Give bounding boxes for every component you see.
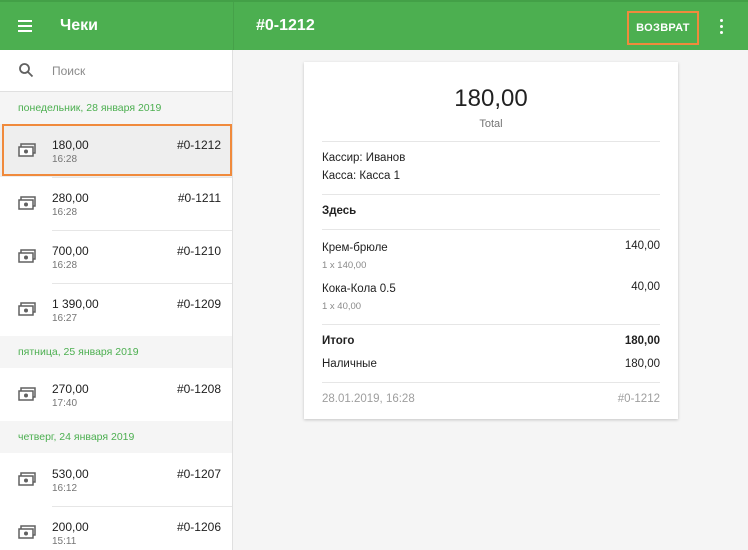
receipt-number: #0-1207 xyxy=(176,467,221,481)
cash-icon xyxy=(18,302,36,316)
selection-highlight xyxy=(2,124,232,176)
receipt-number: #0-1211 xyxy=(177,191,221,205)
receipt-amount: 700,00 xyxy=(52,244,89,258)
payment-method-value: 180,00 xyxy=(624,358,660,370)
cash-icon xyxy=(18,472,36,486)
appbar-divider xyxy=(233,2,234,50)
receipt-amount: 200,00 xyxy=(52,520,89,534)
receipt-amount: 270,00 xyxy=(52,382,89,396)
receipt-row[interactable]: 530,00 16:12 #0-1207 xyxy=(0,453,232,506)
receipt-total-label: Total xyxy=(479,118,503,130)
cash-icon xyxy=(18,387,36,401)
cash-icon xyxy=(18,525,36,539)
receipt-amount: 530,00 xyxy=(52,467,89,481)
receipt-row[interactable]: 270,00 17:40 #0-1208 xyxy=(0,368,232,421)
refund-button[interactable]: ВОЗВРАТ xyxy=(627,11,699,45)
receipts-sidebar: Поиск понедельник, 28 января 2019 180,00… xyxy=(0,50,233,550)
subtotal-value: 180,00 xyxy=(624,335,660,347)
receipt-number: #0-1210 xyxy=(176,244,221,258)
receipt-amount: 1 390,00 xyxy=(52,297,99,311)
receipt-time: 16:28 xyxy=(52,260,78,271)
divider xyxy=(322,194,660,195)
item-price: 40,00 xyxy=(631,281,660,293)
receipt-row[interactable]: 280,00 16:28 #0-1211 xyxy=(0,177,232,230)
receipt-time: 16:12 xyxy=(52,483,78,494)
divider xyxy=(322,382,660,383)
hamburger-menu-icon[interactable] xyxy=(14,14,38,38)
receipt-row[interactable]: 1 390,00 16:27 #0-1209 xyxy=(0,283,232,336)
date-group-header: четверг, 24 января 2019 xyxy=(0,421,232,453)
item-qty: 1 x 140,00 xyxy=(322,260,367,271)
register-text: Касса: Касса 1 xyxy=(322,170,400,182)
receipt-row[interactable]: 180,00 16:28 #0-1212 xyxy=(0,124,232,177)
receipt-detail-card: 180,00 Total Кассир: Иванов Касса: Касса… xyxy=(304,62,678,419)
receipt-number: #0-1209 xyxy=(176,297,221,311)
item-price: 140,00 xyxy=(624,240,660,252)
divider xyxy=(322,229,660,230)
cashier-text: Кассир: Иванов xyxy=(322,152,406,164)
divider xyxy=(322,324,660,325)
divider xyxy=(322,141,660,142)
search-bar[interactable]: Поиск xyxy=(0,50,232,92)
receipt-time: 16:28 xyxy=(52,207,78,218)
cash-icon xyxy=(18,196,36,210)
receipt-time: 15:11 xyxy=(52,536,77,547)
date-group-header: понедельник, 28 января 2019 xyxy=(0,92,232,124)
receipt-amount: 280,00 xyxy=(52,191,89,205)
dining-option: Здесь xyxy=(322,205,357,217)
payment-method-label: Наличные xyxy=(322,358,377,370)
app-title: Чеки xyxy=(60,17,98,34)
item-name: Кока-Кола 0.5 xyxy=(322,283,396,295)
receipt-time: 16:27 xyxy=(52,313,78,324)
item-qty: 1 x 40,00 xyxy=(322,301,362,312)
date-group-header: пятница, 25 января 2019 xyxy=(0,336,232,368)
search-icon xyxy=(19,63,34,78)
receipt-time: 17:40 xyxy=(52,398,78,409)
receipt-footer-number: #0-1212 xyxy=(617,393,660,405)
subtotal-label: Итого xyxy=(322,335,355,347)
receipt-row[interactable]: 200,00 15:11 #0-1206 xyxy=(0,506,232,550)
app-bar: Чеки #0-1212 ВОЗВРАТ xyxy=(0,0,748,50)
receipt-row[interactable]: 700,00 16:28 #0-1210 xyxy=(0,230,232,283)
item-name: Крем-брюле xyxy=(322,242,388,254)
receipt-number-title: #0-1212 xyxy=(256,17,315,34)
more-vert-icon[interactable] xyxy=(712,14,732,38)
receipt-datetime: 28.01.2019, 16:28 xyxy=(322,393,415,405)
receipt-number: #0-1208 xyxy=(176,382,221,396)
receipt-total-amount: 180,00 xyxy=(454,85,528,112)
cash-icon xyxy=(18,249,36,263)
receipt-number: #0-1206 xyxy=(176,520,221,534)
search-input[interactable]: Поиск xyxy=(52,64,85,78)
